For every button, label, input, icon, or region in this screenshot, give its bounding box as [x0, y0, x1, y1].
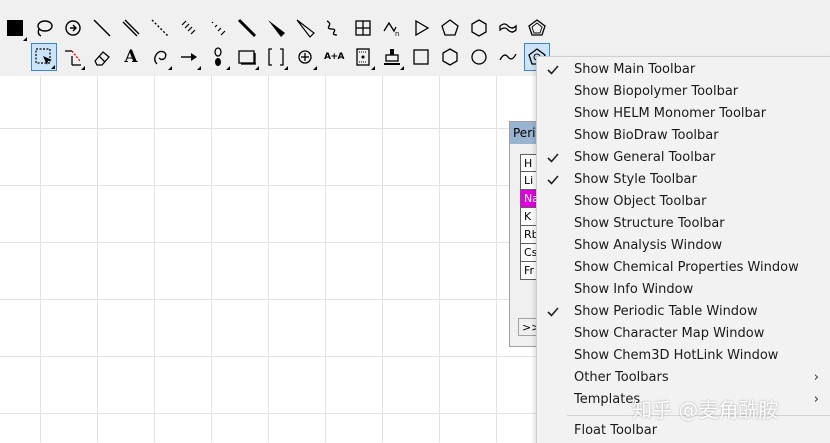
cyclopentadiene-icon[interactable]	[495, 14, 521, 42]
menu-item-label: Float Toolbar	[574, 423, 658, 438]
orbital-icon[interactable]	[205, 43, 231, 71]
double-bond-icon[interactable]	[118, 14, 144, 42]
menu-item-show-structure-toolbar[interactable]: Show Structure Toolbar	[537, 213, 830, 235]
atom-mapping-icon[interactable]: A+A	[321, 43, 347, 71]
lab-equipment-icon[interactable]	[379, 43, 405, 71]
menu-item-label: Show Biopolymer Toolbar	[574, 84, 739, 99]
rotate-icon[interactable]	[60, 14, 86, 42]
checkmark-icon	[546, 169, 560, 191]
menu-item-label: Show BioDraw Toolbar	[574, 128, 719, 143]
checkmark-icon	[546, 301, 560, 323]
menu-item-show-periodic-table-window[interactable]: Show Periodic Table Window	[537, 301, 830, 323]
wedge-bond-icon[interactable]	[263, 14, 289, 42]
menu-item-label: Show Periodic Table Window	[574, 304, 758, 319]
bold-bond-icon[interactable]	[234, 14, 260, 42]
menu-item-show-biopolymer-toolbar[interactable]: Show Biopolymer Toolbar	[537, 81, 830, 103]
menu-item-label: Templates	[574, 392, 641, 407]
hexagon-ring-icon[interactable]	[466, 14, 492, 42]
structure-perspective-icon[interactable]	[60, 43, 86, 71]
submenu-chevron-icon: ›	[813, 370, 819, 385]
watermark: 知乎 @麦角酰胺	[632, 398, 779, 422]
benzene-ring-icon[interactable]	[524, 14, 550, 42]
pentagon-ring-icon[interactable]	[437, 14, 463, 42]
menu-item-label: Show Character Map Window	[574, 326, 765, 341]
menu-item-show-info-window[interactable]: Show Info Window	[537, 279, 830, 301]
svg-text:n: n	[395, 30, 399, 38]
wavy-bond-icon[interactable]	[321, 14, 347, 42]
square-ring-icon[interactable]	[408, 43, 434, 71]
menu-item-label: Show Style Toolbar	[574, 172, 697, 187]
marquee-select-icon[interactable]	[31, 43, 57, 71]
menu-item-label: Show Chem3D HotLink Window	[574, 348, 779, 363]
menu-item-label: Show Structure Toolbar	[574, 216, 725, 231]
menu-item-label: Show Main Toolbar	[574, 62, 696, 77]
eraser-icon[interactable]	[89, 43, 115, 71]
menu-item-show-biodraw-toolbar[interactable]: Show BioDraw Toolbar	[537, 125, 830, 147]
hashed-wedge-icon[interactable]	[292, 14, 318, 42]
menu-item-show-main-toolbar[interactable]: Show Main Toolbar	[537, 59, 830, 81]
menu-item-label: Show Analysis Window	[574, 238, 723, 253]
circle-ring-icon[interactable]	[466, 43, 492, 71]
menu-item-label: Show Object Toolbar	[574, 194, 707, 209]
hashed-wedge-bond-icon[interactable]	[205, 14, 231, 42]
toolbar-context-menu: Show Main Toolbar Show Biopolymer Toolbar…	[536, 56, 830, 443]
charge-symbol-icon[interactable]	[292, 43, 318, 71]
menu-item-show-style-toolbar[interactable]: Show Style Toolbar	[537, 169, 830, 191]
triangle-ring-icon[interactable]	[408, 14, 434, 42]
menu-item-show-character-map-window[interactable]: Show Character Map Window	[537, 323, 830, 345]
mapping-tool-label: A+A	[324, 52, 344, 62]
pen-icon[interactable]	[147, 43, 173, 71]
arrow-icon[interactable]	[176, 43, 202, 71]
menu-item-show-general-toolbar[interactable]: Show General Toolbar	[537, 147, 830, 169]
arrow-mechanism-icon[interactable]: n	[379, 14, 405, 42]
menu-item-label: Show HELM Monomer Toolbar	[574, 106, 767, 121]
menu-item-show-chem3d-hotlink-window[interactable]: Show Chem3D HotLink Window	[537, 345, 830, 367]
menu-item-label: Show Info Window	[574, 282, 694, 297]
text-tool-label: A	[124, 47, 138, 67]
hashed-bond-icon[interactable]	[176, 14, 202, 42]
lasso-icon[interactable]	[31, 14, 57, 42]
hexagon-alt-icon[interactable]	[437, 43, 463, 71]
menu-item-other-toolbars[interactable]: Other Toolbars ›	[537, 367, 830, 389]
submenu-chevron-icon: ›	[813, 392, 819, 407]
single-bond-icon[interactable]	[89, 14, 115, 42]
menu-item-label: Other Toolbars	[574, 370, 669, 385]
wave-icon[interactable]	[495, 43, 521, 71]
menu-item-show-analysis-window[interactable]: Show Analysis Window	[537, 235, 830, 257]
menu-item-show-helm-monomer-toolbar[interactable]: Show HELM Monomer Toolbar	[537, 103, 830, 125]
dashed-bond-icon[interactable]	[147, 14, 173, 42]
text-icon[interactable]: A	[118, 43, 144, 71]
bracket-icon[interactable]	[263, 43, 289, 71]
menu-item-float-toolbar[interactable]: Float Toolbar	[537, 420, 830, 442]
menu-item-label: Show Chemical Properties Window	[574, 260, 799, 275]
menu-item-show-object-toolbar[interactable]: Show Object Toolbar	[537, 191, 830, 213]
drawing-element-icon[interactable]	[234, 43, 260, 71]
color-swatch-icon[interactable]	[2, 14, 28, 42]
menu-item-label: Show General Toolbar	[574, 150, 716, 165]
grid-table-icon[interactable]	[350, 14, 376, 42]
checkmark-icon	[546, 147, 560, 169]
tlc-plate-icon[interactable]	[350, 43, 376, 71]
checkmark-icon	[546, 59, 560, 81]
menu-item-show-chemical-properties-window[interactable]: Show Chemical Properties Window	[537, 257, 830, 279]
